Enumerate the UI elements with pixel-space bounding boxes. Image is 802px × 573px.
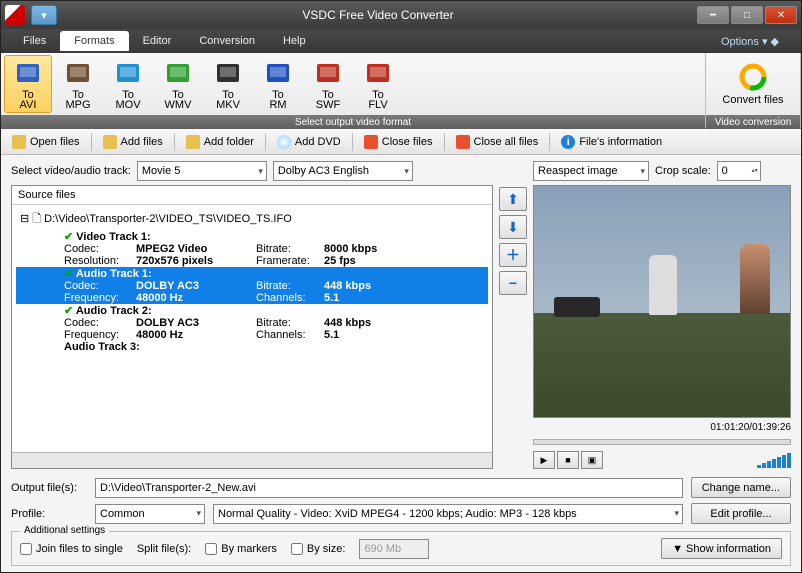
format-to-avi[interactable]: ToAVI bbox=[4, 55, 52, 113]
titlebar: ▾ VSDC Free Video Converter ━ □ ✕ bbox=[1, 1, 801, 29]
timecode: 01:01:20/01:39:26 bbox=[533, 422, 791, 433]
format-icon bbox=[13, 58, 43, 88]
track-2[interactable]: ✔ Audio Track 2:Codec:DOLBY AC3Bitrate:4… bbox=[16, 304, 488, 341]
by-size-checkbox[interactable]: By size: bbox=[291, 543, 346, 555]
app-window: ▾ VSDC Free Video Converter ━ □ ✕ Files … bbox=[0, 0, 802, 573]
close-files-button[interactable]: Close files bbox=[357, 132, 440, 152]
select-track-label: Select video/audio track: bbox=[11, 165, 131, 177]
play-button[interactable]: ▶ bbox=[533, 451, 555, 469]
track-0[interactable]: ✔ Video Track 1:Codec:MPEG2 VideoBitrate… bbox=[16, 230, 488, 267]
video-track-combo[interactable]: Movie 5 bbox=[137, 161, 267, 181]
split-files-label: Split file(s): bbox=[137, 543, 191, 555]
dvd-icon bbox=[277, 135, 291, 149]
seek-slider[interactable] bbox=[533, 439, 791, 445]
ribbon-group-formats: ToAVIToMPGToMOVToWMVToMKVToRMToSWFToFLV … bbox=[1, 53, 706, 128]
menu-conversion[interactable]: Conversion bbox=[185, 31, 269, 51]
format-to-mkv[interactable]: ToMKV bbox=[204, 55, 252, 113]
profile-quality-combo[interactable]: Normal Quality - Video: XviD MPEG4 - 120… bbox=[213, 504, 683, 524]
menu-files[interactable]: Files bbox=[9, 31, 60, 51]
menu-formats[interactable]: Formats bbox=[60, 31, 128, 51]
additional-settings: Additional settings Join files to single… bbox=[11, 531, 791, 566]
track-3[interactable]: Audio Track 3: bbox=[16, 341, 488, 353]
video-preview[interactable] bbox=[533, 185, 791, 418]
audio-track-combo[interactable]: Dolby AC3 English bbox=[273, 161, 413, 181]
edit-profile-button[interactable]: Edit profile... bbox=[691, 503, 791, 524]
source-files-panel: Source files ⊟ 🗋 D:\Video\Transporter-2\… bbox=[11, 185, 493, 469]
split-size-field: 690 Mb bbox=[359, 539, 429, 559]
menu-help[interactable]: Help bbox=[269, 31, 320, 51]
source-file-path[interactable]: ⊟ 🗋 D:\Video\Transporter-2\VIDEO_TS\VIDE… bbox=[16, 209, 488, 230]
close-button[interactable]: ✕ bbox=[765, 6, 797, 24]
window-title: VSDC Free Video Converter bbox=[59, 8, 697, 22]
menu-options[interactable]: Options ▾ ◆ bbox=[707, 31, 793, 52]
crop-scale-label: Crop scale: bbox=[655, 165, 711, 177]
output-label: Output file(s): bbox=[11, 482, 87, 494]
format-to-flv[interactable]: ToFLV bbox=[354, 55, 402, 113]
format-icon bbox=[263, 58, 293, 88]
crop-scale-spinner[interactable]: 0 bbox=[717, 161, 761, 181]
format-icon bbox=[63, 58, 93, 88]
ribbon: ToAVIToMPGToMOVToWMVToMKVToRMToSWFToFLV … bbox=[1, 53, 801, 129]
app-icon bbox=[5, 5, 25, 25]
ribbon-group-conversion: Convert files Video conversion bbox=[706, 53, 801, 128]
folder-icon bbox=[186, 135, 200, 149]
format-icon bbox=[213, 58, 243, 88]
join-files-checkbox[interactable]: Join files to single bbox=[20, 543, 123, 555]
move-down-button[interactable]: ⬇ bbox=[499, 215, 527, 239]
format-to-mov[interactable]: ToMOV bbox=[104, 55, 152, 113]
source-files-header: Source files bbox=[12, 186, 492, 205]
stop-button[interactable]: ■ bbox=[557, 451, 579, 469]
format-to-swf[interactable]: ToSWF bbox=[304, 55, 352, 113]
convert-icon bbox=[738, 62, 768, 92]
format-to-rm[interactable]: ToRM bbox=[254, 55, 302, 113]
output-file-field[interactable]: D:\Video\Transporter-2_New.avi bbox=[95, 478, 683, 498]
format-to-wmv[interactable]: ToWMV bbox=[154, 55, 202, 113]
format-icon bbox=[163, 58, 193, 88]
format-icon bbox=[363, 58, 393, 88]
info-icon: i bbox=[561, 135, 575, 149]
open-files-button[interactable]: Open files bbox=[5, 132, 87, 152]
move-up-button[interactable]: ⬆ bbox=[499, 187, 527, 211]
profile-preset-combo[interactable]: Common bbox=[95, 504, 205, 524]
source-files-body[interactable]: ⊟ 🗋 D:\Video\Transporter-2\VIDEO_TS\VIDE… bbox=[12, 205, 492, 452]
format-to-mpg[interactable]: ToMPG bbox=[54, 55, 102, 113]
show-information-button[interactable]: ▼ Show information bbox=[661, 538, 782, 559]
folder-add-icon bbox=[103, 135, 117, 149]
volume-indicator[interactable] bbox=[757, 453, 791, 468]
reaspect-combo[interactable]: Reaspect image bbox=[533, 161, 649, 181]
add-files-button[interactable]: Add files bbox=[96, 132, 170, 152]
menubar: Files Formats Editor Conversion Help Opt… bbox=[1, 29, 801, 53]
format-icon bbox=[313, 58, 343, 88]
folder-open-icon bbox=[12, 135, 26, 149]
main-area: Select video/audio track: Movie 5 Dolby … bbox=[1, 155, 801, 572]
track-1[interactable]: ✔ Audio Track 1:Codec:DOLBY AC3Bitrate:4… bbox=[16, 267, 488, 304]
format-icon bbox=[113, 58, 143, 88]
qat-button[interactable]: ▾ bbox=[31, 5, 57, 25]
add-track-button[interactable]: ＋ bbox=[499, 243, 527, 267]
change-name-button[interactable]: Change name... bbox=[691, 477, 791, 498]
minimize-button[interactable]: ━ bbox=[697, 6, 729, 24]
fullscreen-button[interactable]: ▣ bbox=[581, 451, 603, 469]
add-folder-button[interactable]: Add folder bbox=[179, 132, 261, 152]
additional-settings-legend: Additional settings bbox=[20, 525, 109, 536]
file-info-button[interactable]: iFile's information bbox=[554, 132, 669, 152]
toolbar: Open files Add files Add folder Add DVD … bbox=[1, 129, 801, 155]
by-markers-checkbox[interactable]: By markers bbox=[205, 543, 277, 555]
close-all-icon bbox=[456, 135, 470, 149]
close-file-icon bbox=[364, 135, 378, 149]
close-all-files-button[interactable]: Close all files bbox=[449, 132, 546, 152]
maximize-button[interactable]: □ bbox=[731, 6, 763, 24]
convert-files-button[interactable]: Convert files bbox=[709, 55, 797, 113]
menu-editor[interactable]: Editor bbox=[129, 31, 186, 51]
profile-label: Profile: bbox=[11, 508, 87, 520]
add-dvd-button[interactable]: Add DVD bbox=[270, 132, 348, 152]
horizontal-scrollbar[interactable] bbox=[12, 452, 492, 468]
remove-track-button[interactable]: − bbox=[499, 271, 527, 295]
